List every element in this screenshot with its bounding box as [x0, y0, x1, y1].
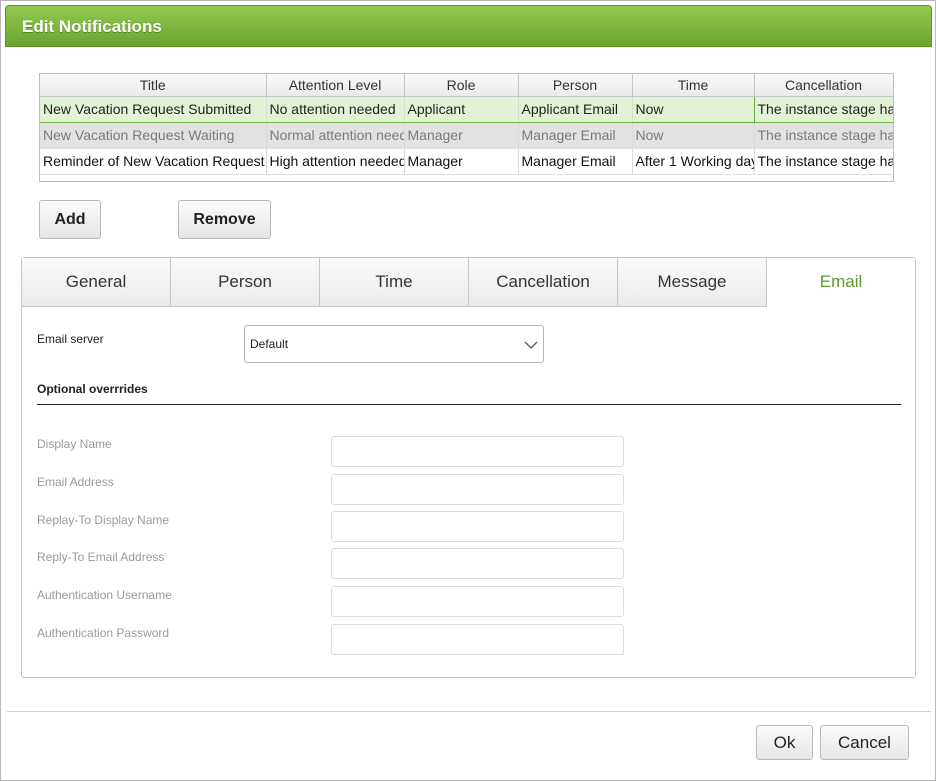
authentication-username-field[interactable] — [331, 586, 624, 617]
table-cell[interactable]: Applicant — [404, 95, 519, 123]
ok-button[interactable]: Ok — [756, 725, 813, 760]
table-cell[interactable]: The instance stage has — [754, 148, 893, 175]
column-header-time[interactable]: Time — [632, 74, 755, 97]
table-cell[interactable]: The instance stage has — [754, 122, 893, 149]
table-cell[interactable]: High attention needed — [266, 148, 405, 175]
table-row[interactable]: Reminder of New Vacation Request High at… — [40, 148, 893, 175]
table-cell[interactable]: Manager — [404, 148, 519, 175]
table-cell[interactable]: Normal attention needed — [266, 122, 405, 149]
authentication-username-label: Authentication Username — [37, 588, 172, 602]
tab-bar: General Person Time Cancellation Message… — [22, 258, 915, 307]
table-cell[interactable]: Manager Email — [518, 122, 633, 149]
footer-divider — [7, 711, 931, 712]
optional-overrides-heading: Optional overrrides — [37, 382, 148, 396]
cancel-button[interactable]: Cancel — [820, 725, 909, 760]
email-server-label: Email server — [37, 332, 104, 346]
section-divider — [37, 404, 901, 405]
email-address-label: Email Address — [37, 475, 114, 489]
table-cell[interactable]: Manager — [404, 122, 519, 149]
column-header-person[interactable]: Person — [518, 74, 633, 97]
email-address-field[interactable] — [331, 474, 624, 505]
reply-to-email-address-field[interactable] — [331, 548, 624, 579]
authentication-password-field[interactable] — [331, 624, 624, 655]
remove-button[interactable]: Remove — [178, 200, 271, 239]
display-name-label: Display Name — [37, 437, 112, 451]
table-cell[interactable]: New Vacation Request Submitted — [40, 95, 267, 123]
tab-cancellation[interactable]: Cancellation — [469, 258, 618, 307]
dialog-titlebar: Edit Notifications — [5, 5, 932, 47]
tab-time[interactable]: Time — [320, 258, 469, 307]
tab-person[interactable]: Person — [171, 258, 320, 307]
column-header-attention-level[interactable]: Attention Level — [266, 74, 405, 97]
tab-email[interactable]: Email — [767, 258, 915, 307]
table-cell[interactable]: Applicant Email — [518, 95, 633, 123]
display-name-field[interactable] — [331, 436, 624, 467]
edit-notifications-dialog: Edit Notifications Title Attention Level… — [0, 0, 936, 781]
table-cell[interactable]: The instance stage has — [754, 95, 893, 123]
column-header-role[interactable]: Role — [404, 74, 519, 97]
authentication-password-label: Authentication Password — [37, 626, 170, 640]
column-header-cancellation[interactable]: Cancellation — [754, 74, 893, 97]
table-cell[interactable]: No attention needed — [266, 95, 405, 123]
reply-to-display-name-label: Replay-To Display Name — [37, 513, 170, 527]
grid-header-row: Title Attention Level Role Person Time C… — [40, 74, 893, 97]
table-cell[interactable]: Reminder of New Vacation Request — [40, 148, 267, 175]
table-cell[interactable]: After 1 Working days — [632, 148, 755, 175]
notification-details-panel: General Person Time Cancellation Message… — [21, 257, 916, 678]
table-row[interactable]: New Vacation Request Submitted No attent… — [40, 95, 893, 123]
table-cell[interactable]: Manager Email — [518, 148, 633, 175]
add-button[interactable]: Add — [39, 200, 101, 239]
email-server-value: Default — [250, 337, 289, 351]
reply-to-email-address-label: Reply-To Email Address — [37, 550, 165, 564]
column-header-title[interactable]: Title — [40, 74, 267, 97]
table-cell[interactable]: Now — [631, 95, 755, 123]
table-cell[interactable]: Now — [632, 122, 755, 149]
table-cell[interactable]: New Vacation Request Waiting — [40, 122, 267, 149]
tab-general[interactable]: General — [22, 258, 171, 307]
notifications-grid: Title Attention Level Role Person Time C… — [39, 73, 894, 182]
reply-to-display-name-field[interactable] — [331, 511, 624, 542]
table-row[interactable]: New Vacation Request Waiting Normal atte… — [40, 122, 893, 149]
tab-message[interactable]: Message — [618, 258, 767, 307]
email-server-select[interactable]: Default — [244, 325, 544, 363]
dialog-title: Edit Notifications — [22, 17, 162, 36]
chevron-down-icon — [524, 341, 538, 349]
